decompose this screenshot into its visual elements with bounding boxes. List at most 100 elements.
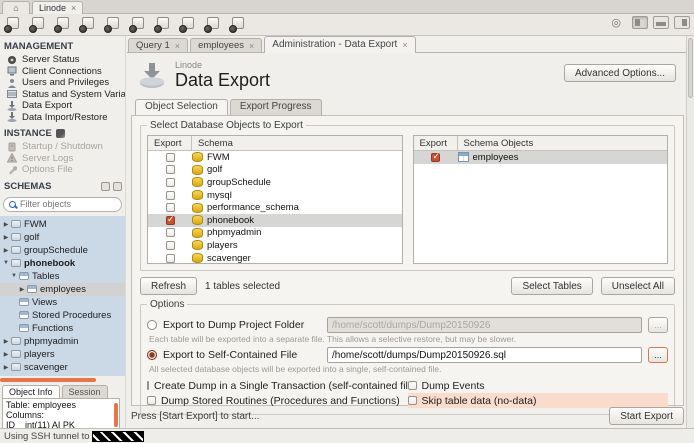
table-row[interactable]: mysql [148, 189, 402, 202]
single-transaction-option[interactable]: Create Dump in a Single Transaction (sel… [147, 378, 408, 393]
add-function-icon[interactable] [179, 17, 198, 33]
column-header-export[interactable]: Export [414, 136, 458, 150]
table-row[interactable]: golf [148, 164, 402, 177]
filter-input[interactable] [20, 199, 116, 209]
export-checkbox[interactable] [166, 228, 175, 237]
start-export-button[interactable]: Start Export [609, 407, 684, 425]
toggle-right-panel-icon[interactable] [674, 16, 690, 29]
column-header-schema[interactable]: Schema [192, 138, 233, 149]
sidebar-item-status-variables[interactable]: Status and System Variables [0, 89, 125, 101]
export-checkbox[interactable] [166, 191, 175, 200]
export-checkbox[interactable] [166, 153, 175, 162]
close-icon[interactable]: × [71, 3, 76, 13]
new-query-icon[interactable] [4, 17, 23, 33]
create-schema-icon[interactable] [54, 17, 73, 33]
chevron-right-icon[interactable]: ▶ [2, 247, 10, 254]
export-checkbox[interactable] [166, 254, 175, 263]
tab-object-info[interactable]: Object Info [2, 385, 60, 398]
add-table-icon[interactable] [104, 17, 123, 33]
browse-file-button[interactable]: ... [648, 347, 668, 363]
main-vertical-scrollbar[interactable] [686, 36, 694, 428]
dump-events-option[interactable]: Dump Events [408, 378, 669, 393]
home-tab[interactable]: ⌂ [2, 1, 30, 14]
sidebar-item-data-import[interactable]: Data Import/Restore [0, 112, 125, 124]
search-icon[interactable] [204, 17, 223, 33]
chevron-right-icon[interactable]: ▶ [2, 351, 10, 358]
dump-project-folder-radio[interactable] [147, 320, 157, 330]
browse-folder-button[interactable]: ... [648, 317, 668, 333]
tree-item-scavenger[interactable]: ▶scavenger [0, 361, 125, 374]
add-procedure-icon[interactable] [154, 17, 173, 33]
tree-item-golf[interactable]: ▶golf [0, 231, 125, 244]
table-row-selected[interactable]: employees [414, 151, 668, 164]
add-view-icon[interactable] [129, 17, 148, 33]
tree-item-phpmyadmin[interactable]: ▶phpmyadmin [0, 335, 125, 348]
checkbox[interactable] [147, 381, 149, 390]
export-checkbox[interactable] [166, 178, 175, 187]
self-contained-file-radio[interactable] [147, 350, 157, 360]
checkbox[interactable] [408, 381, 417, 390]
dump-project-folder-input[interactable] [327, 317, 642, 333]
toggle-bottom-panel-icon[interactable] [653, 16, 669, 29]
tree-item-employees[interactable]: ▶employees [0, 283, 125, 296]
expand-panel-icon[interactable] [101, 182, 110, 191]
export-checkbox[interactable] [166, 241, 175, 250]
checkbox[interactable] [147, 396, 156, 405]
refresh-schemas-icon[interactable] [113, 182, 122, 191]
tab-administration-data-export[interactable]: Administration - Data Export× [264, 36, 415, 52]
tree-item-views[interactable]: Views [0, 296, 125, 309]
sidebar-item-client-connections[interactable]: Client Connections [0, 66, 125, 78]
column-header-export[interactable]: Export [148, 136, 192, 150]
unselect-all-button[interactable]: Unselect All [601, 277, 675, 295]
tree-item-phonebook[interactable]: ▼phonebook [0, 257, 125, 270]
table-row-selected[interactable]: phonebook [148, 214, 402, 227]
sidebar-item-startup-shutdown[interactable]: Startup / Shutdown [0, 141, 125, 153]
connect-database-icon[interactable] [79, 17, 98, 33]
close-icon[interactable]: × [175, 41, 180, 51]
sidebar-item-options-file[interactable]: Options File [0, 164, 125, 176]
sidebar-item-data-export[interactable]: Data Export [0, 100, 125, 112]
apply-icon[interactable] [229, 17, 248, 33]
column-header-schema-objects[interactable]: Schema Objects [458, 138, 534, 149]
chevron-right-icon[interactable]: ▶ [2, 364, 10, 371]
table-row[interactable]: scavenger [148, 252, 402, 264]
vertical-scrollbar[interactable] [114, 403, 118, 427]
select-tables-button[interactable]: Select Tables [511, 277, 592, 295]
chevron-down-icon[interactable]: ▼ [10, 273, 18, 279]
chevron-down-icon[interactable]: ▼ [2, 260, 10, 266]
sidebar-item-server-status[interactable]: Server Status [0, 54, 125, 66]
table-row[interactable]: phpmyadmin [148, 227, 402, 240]
tree-item-players[interactable]: ▶players [0, 348, 125, 361]
chevron-right-icon[interactable]: ▶ [2, 234, 10, 241]
chevron-right-icon[interactable]: ▶ [18, 286, 26, 293]
table-row[interactable]: performance_schema [148, 201, 402, 214]
connection-tab[interactable]: Linode × [32, 1, 83, 14]
sidebar-item-server-logs[interactable]: Server Logs [0, 153, 125, 165]
export-checkbox-checked[interactable] [431, 153, 440, 162]
horizontal-scrollbar[interactable] [0, 378, 96, 382]
toggle-left-panel-icon[interactable] [632, 16, 648, 29]
export-checkbox[interactable] [166, 203, 175, 212]
close-icon[interactable]: × [402, 40, 407, 50]
table-row[interactable]: FWM [148, 151, 402, 164]
chevron-right-icon[interactable]: ▶ [2, 338, 10, 345]
tab-session[interactable]: Session [62, 385, 108, 398]
checkbox[interactable] [408, 396, 417, 405]
refresh-button[interactable]: Refresh [140, 277, 197, 295]
export-checkbox[interactable] [166, 165, 175, 174]
self-contained-file-input[interactable] [327, 347, 642, 363]
table-row[interactable]: groupSchedule [148, 176, 402, 189]
tree-item-functions[interactable]: Functions [0, 322, 125, 335]
tree-item-stored-procedures[interactable]: Stored Procedures [0, 309, 125, 322]
tab-object-selection[interactable]: Object Selection [135, 99, 228, 115]
sidebar-item-users-privileges[interactable]: Users and Privileges [0, 77, 125, 89]
tab-query-1[interactable]: Query 1× [128, 38, 188, 52]
close-icon[interactable]: × [249, 41, 254, 51]
table-row[interactable]: players [148, 239, 402, 252]
chevron-right-icon[interactable]: ▶ [2, 221, 10, 228]
tree-item-tables[interactable]: ▼Tables [0, 270, 125, 283]
settings-icon[interactable]: ◎ [611, 16, 621, 29]
tab-export-progress[interactable]: Export Progress [230, 99, 322, 115]
tab-employees[interactable]: employees× [190, 38, 262, 52]
export-checkbox-checked[interactable] [166, 216, 175, 225]
